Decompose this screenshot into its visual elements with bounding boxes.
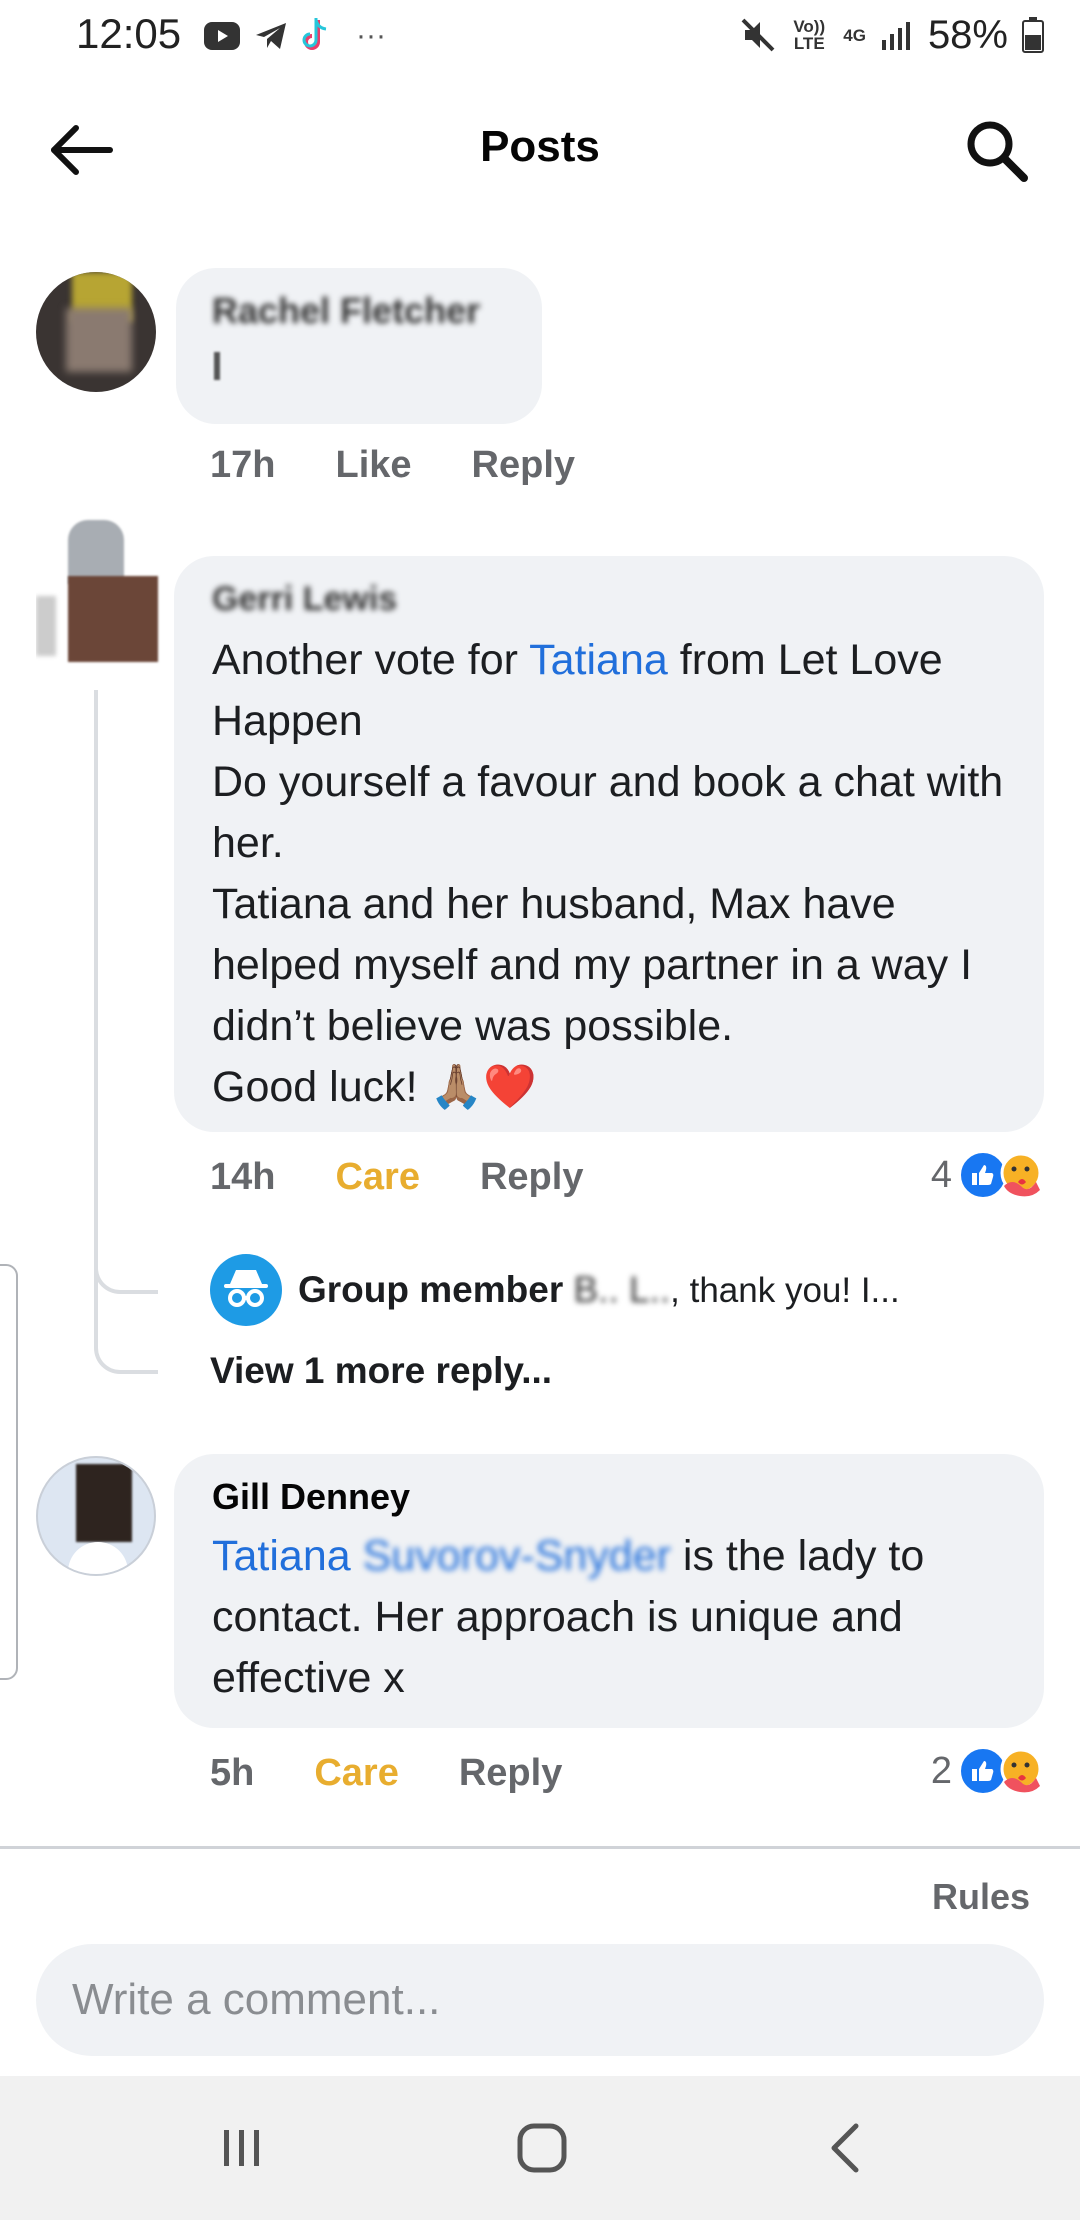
reply-author-name: B.. L.. [573, 1269, 671, 1310]
page-title: Posts [480, 122, 600, 171]
tiktok-icon [302, 18, 327, 50]
status-bar: 12:05 ··· Vo)) LTE 4G 58% [0, 0, 1080, 72]
comment-bubble: Rachel Fletcher [176, 268, 542, 424]
thread-line [94, 690, 158, 1374]
comment-bubble: Gerri Lewis Another vote for Tatiana fro… [174, 556, 1044, 1132]
comment-actions: 17h Like Reply [210, 444, 575, 487]
mention-link[interactable]: Tatiana [529, 636, 668, 684]
avatar[interactable] [36, 516, 166, 666]
more-notifications-icon: ··· [356, 19, 386, 52]
comment-bubble: Gill Denney Tatiana Suvorov-Snyder is th… [174, 1454, 1044, 1728]
comment-text-start: Another vote for [212, 636, 530, 684]
navigation-bar [0, 2076, 1080, 2220]
reply-button[interactable]: Reply [472, 444, 575, 487]
anonymous-member-icon [210, 1254, 282, 1326]
rules-link[interactable]: Rules [932, 1876, 1030, 1918]
volte-label: Vo)) LTE [793, 17, 826, 53]
telegram-icon [256, 23, 286, 49]
comment-time: 17h [210, 444, 276, 486]
data-type-label: 4G [843, 25, 866, 45]
header: Posts [0, 100, 1080, 200]
search-button[interactable] [962, 116, 1032, 186]
home-button[interactable] [502, 2116, 582, 2180]
care-button[interactable]: Care [314, 1752, 399, 1795]
comment-time: 5h [210, 1752, 255, 1794]
care-button[interactable]: Care [335, 1156, 420, 1199]
battery-icon [1022, 17, 1044, 53]
status-time: 12:05 [76, 10, 182, 57]
comment-author[interactable]: Gill Denney [212, 1476, 410, 1518]
comment-text: Another vote for Tatiana from Let Love H… [212, 630, 1012, 1118]
chevron-left-icon [831, 2123, 859, 2173]
comment-text-rest: from Let Love Happen Do yourself a favou… [212, 636, 1004, 1111]
redacted-text-mark [214, 352, 220, 380]
care-reaction-icon [1000, 1748, 1042, 1793]
notification-icons: ··· [204, 14, 386, 58]
comment-text: Tatiana Suvorov-Snyder is the lady to co… [212, 1526, 1012, 1709]
comment-actions: 14h Care Reply [210, 1156, 583, 1199]
side-edge-panel [0, 1264, 18, 1680]
mention-link[interactable]: Tatiana [212, 1532, 351, 1580]
system-icons: Vo)) LTE 4G 58% [741, 10, 1044, 60]
reply-preview-text: Group member B.. L.., thank you! I... [298, 1269, 900, 1311]
like-button[interactable]: Like [335, 444, 411, 487]
comment-actions: 5h Care Reply [210, 1752, 562, 1795]
reply-preview-snippet: , thank you! I... [670, 1271, 900, 1310]
reply-button[interactable]: Reply [480, 1156, 583, 1199]
recent-apps-icon [224, 2130, 259, 2166]
comment-input[interactable] [36, 1944, 1044, 2056]
recent-apps-button[interactable] [202, 2116, 282, 2180]
search-icon [967, 121, 1028, 182]
reactions-summary[interactable]: 2 [931, 1746, 1044, 1796]
reactions-summary[interactable]: 4 [931, 1150, 1044, 1200]
signal-icon [881, 22, 910, 50]
mention-link-blurred[interactable]: Suvorov-Snyder [363, 1532, 671, 1580]
reply-preview[interactable]: Group member B.. L.., thank you! I... [210, 1254, 1030, 1326]
reaction-count: 2 [930, 1749, 952, 1792]
mute-icon [741, 18, 775, 52]
youtube-icon [204, 22, 240, 50]
reply-button[interactable]: Reply [459, 1752, 562, 1795]
reply-author-label: Group member [298, 1269, 564, 1310]
care-reaction-icon [1000, 1152, 1042, 1197]
comment-author[interactable]: Rachel Fletcher [212, 290, 480, 332]
comment-author[interactable]: Gerri Lewis [212, 580, 397, 619]
reaction-count: 4 [930, 1153, 952, 1196]
battery-percent: 58% [927, 12, 1008, 57]
view-more-replies[interactable]: View 1 more reply... [210, 1350, 552, 1392]
home-icon [517, 2123, 567, 2173]
avatar[interactable] [36, 272, 156, 392]
divider [0, 1846, 1080, 1849]
avatar[interactable] [36, 1456, 156, 1576]
comment-time: 14h [210, 1156, 276, 1198]
back-nav-button[interactable] [806, 2116, 886, 2180]
